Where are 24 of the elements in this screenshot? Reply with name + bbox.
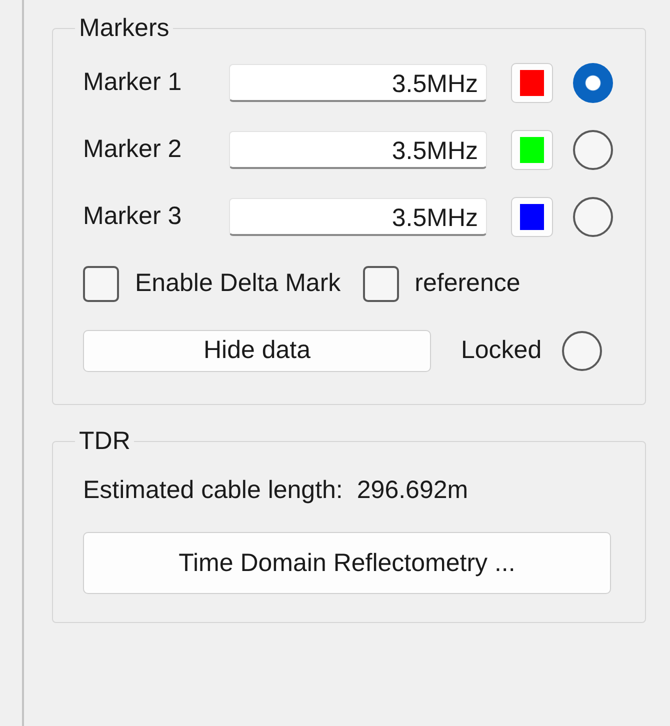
tdr-button[interactable]: Time Domain Reflectometry ... [83, 532, 611, 594]
group-title: TDR [78, 427, 132, 456]
group-title: Markers [78, 14, 170, 43]
checkbox-label: Enable Delta Mark [135, 269, 341, 298]
checkbox[interactable] [83, 266, 119, 302]
checkbox[interactable] [362, 266, 399, 302]
marker-label: Marker 1 [83, 68, 183, 97]
frequency-field[interactable]: 3.5MHz [229, 64, 487, 102]
radio-button[interactable] [573, 130, 613, 170]
checkbox-label: reference [414, 269, 520, 298]
locked-label: Locked [461, 336, 542, 365]
estimate-label: Estimated cable length: [83, 476, 343, 504]
color-button[interactable] [511, 130, 553, 170]
color-button[interactable] [511, 62, 553, 102]
radio-button[interactable] [562, 330, 602, 370]
marker-label: Marker 2 [83, 135, 183, 164]
frequency-field[interactable]: 3.5MHz [229, 130, 487, 168]
hide-data-button[interactable]: Hide data [83, 330, 431, 372]
radio-button[interactable] [573, 62, 613, 102]
marker-label: Marker 3 [83, 202, 183, 231]
frequency-field[interactable]: 3.5MHz [229, 198, 487, 236]
color-button[interactable] [511, 196, 553, 236]
estimate-value: 296.692m [356, 476, 468, 504]
radio-button[interactable] [573, 196, 613, 236]
